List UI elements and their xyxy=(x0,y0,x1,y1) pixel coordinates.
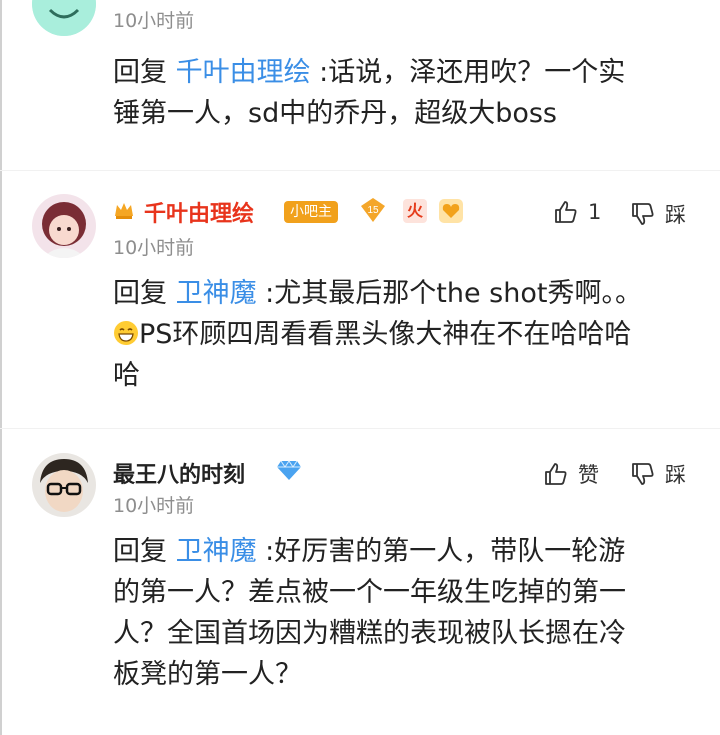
reply-to-user-link[interactable]: 卫神魔 xyxy=(176,278,257,309)
crown-icon xyxy=(113,199,135,225)
level-number: 15 xyxy=(367,205,379,216)
reply-prefix: 回复 xyxy=(113,536,167,567)
username[interactable]: 千叶由理绘 xyxy=(144,196,254,228)
comment-text: PS环顾四周看看黑头像大神在不在哈哈哈 xyxy=(139,319,632,350)
reply-to-user-link[interactable]: 卫神魔 xyxy=(176,536,257,567)
like-button[interactable]: 1 xyxy=(553,199,601,225)
dislike-label: 踩 xyxy=(665,203,686,227)
like-label: 赞 xyxy=(578,463,599,487)
comment-time: 10小时前 xyxy=(113,10,195,32)
divider xyxy=(0,170,720,171)
avatar[interactable] xyxy=(32,194,96,258)
fire-badge: 火 xyxy=(403,199,427,223)
like-button[interactable]: 赞 xyxy=(543,459,599,489)
comment-content: 回复 千叶由理绘 :话说，泽还用吹？一个实 锤第一人，sd中的乔丹，超级大bos… xyxy=(113,52,693,134)
comment-text: 板凳的第一人？ xyxy=(113,659,302,690)
heart-badge-icon xyxy=(438,198,464,228)
like-count: 1 xyxy=(588,200,602,224)
left-edge-border xyxy=(0,0,2,735)
comment-text: 哈 xyxy=(113,360,140,391)
dislike-button[interactable]: 踩 xyxy=(630,199,686,229)
username[interactable]: 最王八的时刻 xyxy=(113,457,245,489)
avatar[interactable] xyxy=(32,0,96,36)
reply-prefix: 回复 xyxy=(113,278,167,309)
comment-time: 10小时前 xyxy=(113,495,195,517)
dislike-label: 踩 xyxy=(665,463,686,487)
level-badge-icon: 15 xyxy=(359,197,387,227)
comment-text: 锤第一人，sd中的乔丹，超级大boss xyxy=(113,98,557,129)
comment-text: 人？全国首场因为糟糕的表现被队长摁在冷 xyxy=(113,618,626,649)
comment-content: 回复 卫神魔 :好厉害的第一人，带队一轮游 的第一人？差点被一个一年级生吃掉的第… xyxy=(113,531,693,695)
comment-content: 回复 卫神魔 :尤其最后那个the shot秀啊。。 PS环顾四周看看黑头像大神… xyxy=(113,273,693,396)
moderator-badge: 小吧主 xyxy=(284,201,338,223)
comment-time: 10小时前 xyxy=(113,237,195,259)
grin-emoji-icon xyxy=(114,321,138,345)
thumb-down-icon xyxy=(632,203,654,225)
comment-text: :话说，泽还用吹？一个实 xyxy=(310,57,626,88)
thumb-up-icon xyxy=(545,463,567,485)
fire-badge-text: 火 xyxy=(406,201,423,220)
avatar[interactable] xyxy=(32,453,96,517)
thumb-up-icon xyxy=(555,201,577,223)
comment-text: :好厉害的第一人，带队一轮游 xyxy=(256,536,626,567)
thumb-down-icon xyxy=(632,463,654,485)
comment-text: :尤其最后那个the shot秀啊。。 xyxy=(256,278,642,309)
divider xyxy=(0,428,720,429)
comment-text: 的第一人？差点被一个一年级生吃掉的第一 xyxy=(113,577,626,608)
reply-prefix: 回复 xyxy=(113,57,167,88)
reply-to-user-link[interactable]: 千叶由理绘 xyxy=(176,57,311,88)
verified-diamond-icon xyxy=(276,459,302,485)
dislike-button[interactable]: 踩 xyxy=(630,459,686,489)
